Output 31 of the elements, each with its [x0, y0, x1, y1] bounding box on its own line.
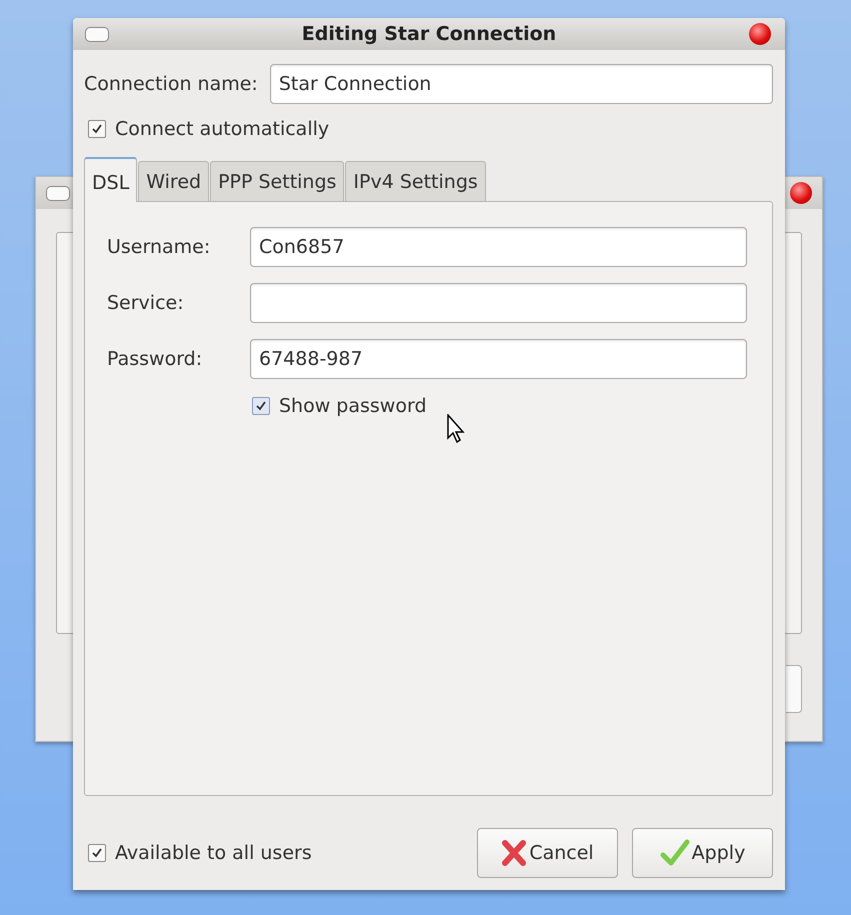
input-field[interactable]: 67488-987	[250, 339, 747, 379]
checkmark-icon	[91, 847, 103, 859]
cross-icon	[501, 839, 528, 867]
checkmark-icon	[91, 123, 103, 135]
close-button[interactable]	[749, 23, 771, 45]
tab[interactable]: PPP Settings	[210, 161, 344, 201]
window-menu-button[interactable]	[46, 186, 70, 200]
field-label: Password:	[107, 348, 204, 370]
apply-button[interactable]: Apply	[632, 828, 773, 878]
close-button[interactable]	[790, 182, 812, 204]
tab[interactable]: Wired	[138, 161, 210, 201]
checkmark-icon	[660, 839, 690, 867]
checkbox[interactable]	[88, 844, 106, 862]
field-label: Username:	[107, 236, 212, 258]
checkbox[interactable]	[88, 120, 106, 138]
available-to-all-users-label: Available to all users	[115, 842, 312, 864]
window-title: Editing Star Connection	[300, 23, 558, 45]
connection-name-label: Connection name:	[84, 73, 258, 95]
input-field[interactable]: Con6857	[250, 227, 747, 267]
cancel-button[interactable]: Cancel	[477, 828, 618, 878]
tab[interactable]: DSL	[84, 157, 138, 202]
window-menu-button[interactable]	[85, 26, 109, 42]
checkbox[interactable]	[252, 397, 270, 415]
connect-automatically-label: Connect automatically	[115, 118, 330, 140]
connection-name-field[interactable]: Star Connection	[270, 64, 773, 104]
input-field[interactable]	[250, 283, 747, 323]
checkmark-icon	[255, 400, 267, 412]
mouse-pointer-icon	[446, 414, 466, 444]
field-label: Service:	[107, 292, 185, 314]
tab[interactable]: IPv4 Settings	[345, 161, 486, 201]
show-password-label: Show password	[279, 395, 427, 417]
